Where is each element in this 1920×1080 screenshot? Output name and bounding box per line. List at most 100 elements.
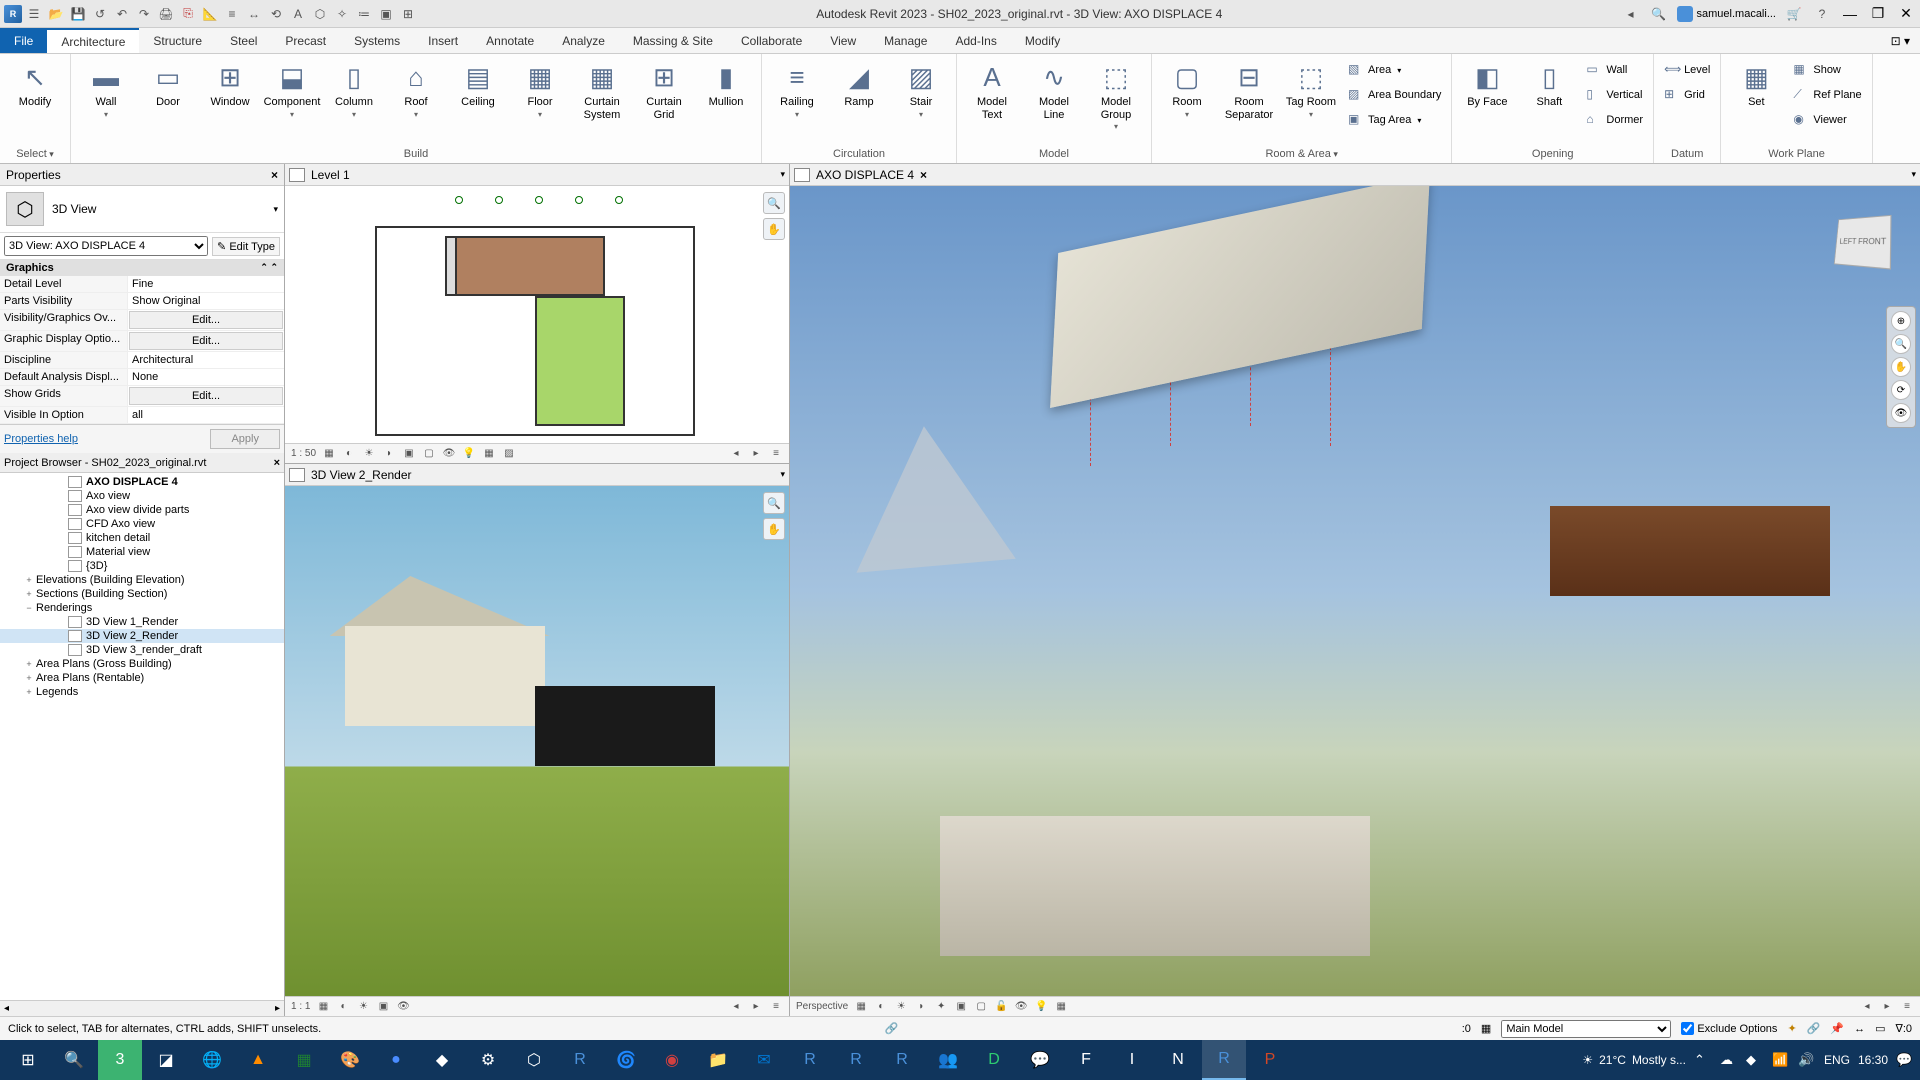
prop-row-parts-visibility[interactable]: Parts VisibilityShow Original xyxy=(0,293,284,310)
qat-tag-icon[interactable]: ⟲ xyxy=(266,4,286,24)
taskbar-revit-2[interactable]: R xyxy=(788,1040,832,1080)
render-scale[interactable]: 1 : 1 xyxy=(291,1001,310,1012)
plan-canvas[interactable]: 🔍 ✋ xyxy=(285,186,789,443)
axo-view-controlbar[interactable]: Perspective ▦ ◐ ☀ ◗ ✦ ▣ ▢ 🔓 👁 💡 ▦ ◂ ▸ ≡ xyxy=(790,996,1920,1016)
shaft-button[interactable]: ▯Shaft xyxy=(1520,58,1578,140)
ribbon-tab-steel[interactable]: Steel xyxy=(216,28,271,53)
taskbar-outlook[interactable]: ✉ xyxy=(742,1040,786,1080)
sel-filter-icon[interactable]: ✦ xyxy=(1787,1022,1796,1035)
full-nav-icon[interactable]: ⊕ xyxy=(1891,311,1911,331)
door-button[interactable]: ▭Door xyxy=(139,58,197,140)
restore-button[interactable]: ❐ xyxy=(1868,4,1888,24)
pan-icon[interactable]: ✋ xyxy=(1891,357,1911,377)
axo-scale[interactable]: Perspective xyxy=(796,1001,848,1012)
properties-header[interactable]: Properties × xyxy=(0,164,284,186)
design-option-selector[interactable]: Main Model xyxy=(1501,1020,1671,1038)
browser-item[interactable]: Axo view divide parts xyxy=(0,503,284,517)
expand-icon[interactable]: + xyxy=(22,575,36,585)
scroll-left-icon[interactable]: ◂ xyxy=(729,447,743,461)
ribbon-tab-add-ins[interactable]: Add-Ins xyxy=(941,28,1010,53)
search-icon[interactable]: 🔍 xyxy=(1649,4,1669,24)
axo-close-icon[interactable]: × xyxy=(920,168,927,182)
reveal-icon[interactable]: 💡 xyxy=(462,447,476,461)
ribbon-tab-analyze[interactable]: Analyze xyxy=(548,28,619,53)
ribbon-tab-systems[interactable]: Systems xyxy=(340,28,414,53)
taskbar-app-6[interactable]: ⬡ xyxy=(512,1040,556,1080)
scroll-left-icon[interactable]: ◂ xyxy=(1860,1000,1874,1014)
panel-title-room-area[interactable]: Room & Area xyxy=(1152,146,1451,163)
hide-icon[interactable]: 👁 xyxy=(1014,1000,1028,1014)
render-canvas[interactable]: 🔍 ✋ xyxy=(285,486,789,996)
wall-button[interactable]: ▬Wall▾ xyxy=(77,58,135,140)
ref-plane-button[interactable]: ⟋Ref Plane xyxy=(1789,83,1865,107)
ribbon-tab-manage[interactable]: Manage xyxy=(870,28,941,53)
look-icon[interactable]: 👁 xyxy=(1891,403,1911,423)
style-icon[interactable]: ◐ xyxy=(336,1000,350,1014)
reveal-icon[interactable]: 💡 xyxy=(1034,1000,1048,1014)
qat-print-icon[interactable]: 🖨 xyxy=(156,4,176,24)
qat-dim-icon[interactable]: ↔ xyxy=(244,4,264,24)
mullion-button[interactable]: ▮Mullion xyxy=(697,58,755,140)
qat-open-icon[interactable]: 📂 xyxy=(46,4,66,24)
taskbar-app-2[interactable]: ◪ xyxy=(144,1040,188,1080)
dormer-button[interactable]: ⌂Dormer xyxy=(1582,108,1647,132)
taskbar-teams[interactable]: 👥 xyxy=(926,1040,970,1080)
model-group-button[interactable]: ⬚ModelGroup▾ xyxy=(1087,58,1145,140)
tray-lang[interactable]: ENG xyxy=(1824,1053,1850,1067)
room-separator-button[interactable]: ⊟Room Separator xyxy=(1220,58,1278,140)
taskbar-explorer[interactable]: 📁 xyxy=(696,1040,740,1080)
crop-icon[interactable]: ▣ xyxy=(402,447,416,461)
window-button[interactable]: ⊞Window xyxy=(201,58,259,140)
tray-notifications-icon[interactable]: 💬 xyxy=(1896,1052,1914,1068)
prop-row-visible-in-option[interactable]: Visible In Optionall xyxy=(0,407,284,424)
ramp-button[interactable]: ◢Ramp xyxy=(830,58,888,140)
help-icon[interactable]: ? xyxy=(1812,4,1832,24)
tray-volume-icon[interactable]: 🔊 xyxy=(1798,1052,1816,1068)
curtain-system-button[interactable]: ▦CurtainSystem xyxy=(573,58,631,140)
project-browser-header[interactable]: Project Browser - SH02_2023_original.rvt… xyxy=(0,453,284,473)
project-browser-tree[interactable]: AXO DISPLACE 4Axo viewAxo view divide pa… xyxy=(0,473,284,1000)
model-icon[interactable]: ▦ xyxy=(1481,1022,1491,1035)
component-button[interactable]: ⬓Component▾ xyxy=(263,58,321,140)
taskbar-app-5[interactable]: ⚙ xyxy=(466,1040,510,1080)
by-face-button[interactable]: ◧By Face xyxy=(1458,58,1516,140)
column-button[interactable]: ▯Column▾ xyxy=(325,58,383,140)
set-button[interactable]: ▦Set xyxy=(1727,58,1785,140)
scroll-left-icon[interactable]: ◂ xyxy=(729,1000,743,1014)
browser-item[interactable]: +Elevations (Building Elevation) xyxy=(0,573,284,587)
view-menu-icon[interactable]: ≡ xyxy=(769,447,783,461)
properties-type-selector[interactable]: ⬡ 3D View ▾ xyxy=(0,186,284,233)
render-icon[interactable]: ✦ xyxy=(934,1000,948,1014)
plan-nav-controls[interactable]: 🔍 ✋ xyxy=(763,192,785,240)
sun-icon[interactable]: ☀ xyxy=(356,1000,370,1014)
room-button[interactable]: ▢Room▾ xyxy=(1158,58,1216,140)
ribbon-tab-collaborate[interactable]: Collaborate xyxy=(727,28,816,53)
sel-pin-icon[interactable]: 📌 xyxy=(1830,1022,1844,1035)
qat-text-icon[interactable]: A xyxy=(288,4,308,24)
wall-opening-button[interactable]: ▭Wall xyxy=(1582,58,1647,82)
tray-chevron-icon[interactable]: ⌃ xyxy=(1694,1052,1712,1068)
ribbon-tab-modify[interactable]: Modify xyxy=(1011,28,1074,53)
hide-icon[interactable]: 👁 xyxy=(396,1000,410,1014)
browser-item[interactable]: 3D View 1_Render xyxy=(0,615,284,629)
expand-icon[interactable]: + xyxy=(22,589,36,599)
zoom-icon[interactable]: 🔍 xyxy=(1891,334,1911,354)
prop-row-default-analysis-displ-[interactable]: Default Analysis Displ...None xyxy=(0,369,284,386)
qat-pdf-icon[interactable]: ⎘ xyxy=(178,4,198,24)
taskbar-app-4[interactable]: ◆ xyxy=(420,1040,464,1080)
expand-icon[interactable]: + xyxy=(22,673,36,683)
properties-close-icon[interactable]: × xyxy=(271,168,278,182)
browser-item[interactable]: +Legends xyxy=(0,685,284,699)
qat-switch-icon[interactable]: ⊞ xyxy=(398,4,418,24)
plan-tab-menu-icon[interactable]: ▾ xyxy=(780,169,785,180)
ribbon-tab-precast[interactable]: Precast xyxy=(271,28,340,53)
taskbar-app-n[interactable]: N xyxy=(1156,1040,1200,1080)
qat-menu-icon[interactable]: ☰ xyxy=(24,4,44,24)
navigation-bar[interactable]: ⊕ 🔍 ✋ ⟳ 👁 xyxy=(1886,306,1916,428)
model-line-button[interactable]: ∿ModelLine xyxy=(1025,58,1083,140)
area-button[interactable]: ▧Area▾ xyxy=(1344,58,1445,82)
view-tab-plan[interactable]: Level 1 ▾ xyxy=(285,164,789,186)
browser-item[interactable]: AXO DISPLACE 4 xyxy=(0,475,284,489)
browser-scrollbar[interactable]: ◂▸ xyxy=(0,1000,284,1016)
taskbar-edge[interactable]: 🌀 xyxy=(604,1040,648,1080)
